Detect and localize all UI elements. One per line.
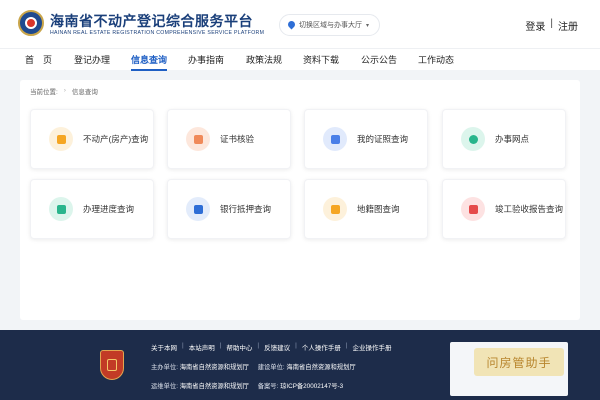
auth-links: 登录 | 注册: [525, 18, 578, 33]
site-subtitle: HAINAN REAL ESTATE REGISTRATION COMPREHE…: [50, 30, 265, 36]
region-switcher-label: 切换区域与办事大厅: [299, 22, 362, 29]
location-pin-icon: [288, 21, 295, 30]
footer-link-feedback[interactable]: 反馈建议: [264, 342, 290, 352]
nav-news[interactable]: 工作动态: [418, 53, 454, 71]
operator-value: 海南省自然资源和规划厅: [179, 383, 249, 390]
tile-property-query[interactable]: 不动产(房产)查询: [30, 109, 154, 169]
house-document-icon: [49, 127, 73, 151]
caret-down-icon: ▾: [366, 22, 370, 29]
sponsor-value: 海南省自然资源和规划厅: [179, 364, 249, 371]
nav-policy[interactable]: 政策法规: [246, 53, 282, 71]
tile-completion-report[interactable]: 竣工验收报告查询: [442, 179, 566, 239]
tile-progress-query[interactable]: 办理进度查询: [30, 179, 154, 239]
site-title: 海南省不动产登记综合服务平台: [50, 13, 253, 29]
map-icon: [323, 197, 347, 221]
footer-operator-line: 运维单位: 海南省自然资源和规划厅 备案号: 琼ICP备20002147号-3: [151, 381, 343, 390]
register-link[interactable]: 注册: [558, 18, 578, 33]
location-icon: [461, 127, 485, 151]
tile-label: 我的证照查询: [357, 133, 409, 144]
footer-separator: |: [219, 342, 222, 349]
builder-value: 海南省自然资源和规划厅: [286, 364, 356, 371]
sponsor-label: 主办单位:: [151, 364, 178, 371]
footer-separator: |: [257, 342, 260, 349]
tile-label: 地籍图查询: [357, 203, 400, 214]
tile-label: 竣工验收报告查询: [495, 203, 564, 214]
tile-label: 办理进度查询: [83, 203, 135, 214]
breadcrumb: 当前位置: › 信息查询: [30, 86, 98, 96]
builder-label: 建设单位:: [257, 364, 285, 371]
nav-info-query[interactable]: 信息查询: [131, 53, 168, 71]
tile-bank-mortgage[interactable]: 银行抵押查询: [167, 179, 291, 239]
operator-label: 运维单位:: [151, 383, 178, 390]
nav-guide[interactable]: 办事指南: [188, 53, 224, 71]
tile-certificate-verify[interactable]: 证书核验: [167, 109, 291, 169]
chevron-right-icon: ›: [63, 88, 66, 94]
tile-cadastral-map[interactable]: 地籍图查询: [304, 179, 428, 239]
site-header: 海南省不动产登记综合服务平台 HAINAN REAL ESTATE REGIST…: [0, 0, 600, 71]
bank-house-icon: [186, 197, 210, 221]
tile-label: 银行抵押查询: [220, 203, 272, 214]
tile-label: 证书核验: [220, 133, 255, 144]
emblem-icon: [25, 17, 37, 29]
footer-link-about[interactable]: 关于本网: [151, 342, 177, 352]
tile-service-points[interactable]: 办事网点: [442, 109, 566, 169]
watermark: 问房管助手: [474, 348, 564, 376]
icp-value[interactable]: 琼ICP备20002147号-3: [280, 383, 343, 390]
certificate-check-icon: [186, 127, 210, 151]
login-link[interactable]: 登录: [525, 18, 545, 33]
region-switcher[interactable]: 切换区域与办事大厅 ▾: [279, 14, 381, 36]
flag-report-icon: [461, 197, 485, 221]
progress-search-icon: [49, 197, 73, 221]
breadcrumb-current: 信息查询: [71, 89, 98, 96]
breadcrumb-label: 当前位置:: [30, 89, 58, 96]
footer-separator: |: [182, 342, 184, 349]
nav-registration[interactable]: 登记办理: [74, 53, 110, 71]
footer-separator: |: [295, 342, 297, 349]
content-panel: 当前位置: › 信息查询 不动产(房产)查询 证书核验 我的证照查询 办事网点 …: [20, 80, 580, 320]
tile-label: 办事网点: [495, 133, 530, 144]
id-card-icon: [323, 127, 347, 151]
tile-label: 不动产(房产)查询: [83, 133, 149, 144]
tile-my-licenses[interactable]: 我的证照查询: [304, 109, 428, 169]
footer-link-enterprise-manual[interactable]: 企业操作手册: [353, 342, 392, 352]
site-logo[interactable]: [18, 10, 44, 36]
footer-link-personal-manual[interactable]: 个人操作手册: [302, 342, 341, 352]
footer-sponsor-line: 主办单位: 海南省自然资源和规划厅 建设单位: 海南省自然资源和规划厅: [151, 362, 356, 371]
nav-notices[interactable]: 公示公告: [361, 53, 397, 71]
footer-separator: |: [345, 342, 348, 349]
footer-link-help[interactable]: 帮助中心: [226, 342, 252, 352]
nav-downloads[interactable]: 资料下载: [303, 53, 339, 71]
footer-links: 关于本网 | 本站声明 | 帮助中心 | 反馈建议 | 个人操作手册 | 企业操…: [151, 342, 392, 352]
icp-label: 备案号:: [257, 383, 279, 390]
auth-separator: |: [550, 18, 553, 29]
footer-link-statement[interactable]: 本站声明: [189, 342, 215, 352]
nav-home[interactable]: 首 页: [25, 53, 52, 71]
main-nav: 首 页 登记办理 信息查询 办事指南 政策法规 资料下载 公示公告 工作动态: [0, 48, 600, 71]
gov-badge-icon[interactable]: [100, 350, 124, 380]
